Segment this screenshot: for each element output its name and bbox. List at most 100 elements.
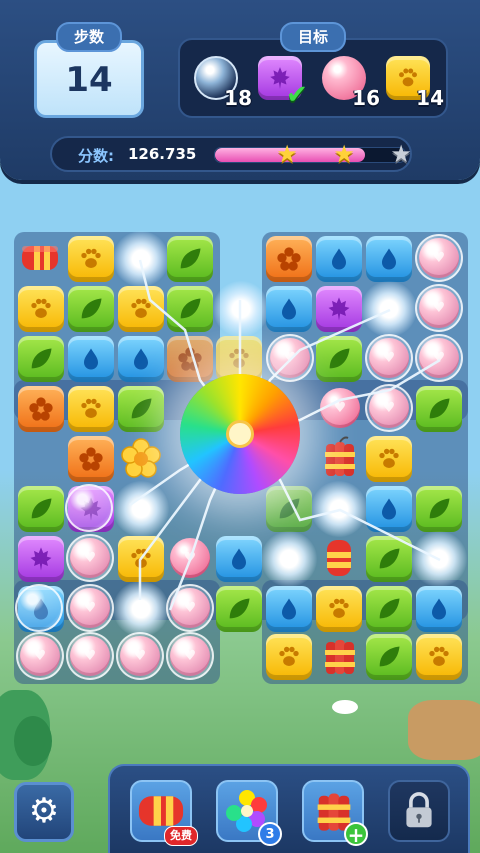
bubble-goal: 18 [192, 54, 252, 110]
bubble-blocker[interactable] [415, 334, 463, 382]
tile-green[interactable] [68, 286, 114, 332]
tile-blue[interactable] [266, 586, 312, 632]
bubble-blocker[interactable] [15, 584, 63, 632]
pink-ball-goal: 16 [320, 54, 380, 110]
yellow-paw-goal-count: 14 [416, 86, 444, 110]
lightning-spark [113, 231, 169, 287]
score-value: 126.735 [128, 145, 197, 163]
flower-powerup[interactable] [118, 436, 164, 482]
add-booster-badge: + [344, 822, 368, 846]
bubble-blocker[interactable] [16, 632, 64, 680]
star-icon: ★ [390, 140, 412, 168]
tile-blue[interactable] [266, 286, 312, 332]
lightning-spark [311, 481, 367, 537]
rainbow-booster[interactable]: 3 [216, 780, 282, 846]
rocket-powerup[interactable] [18, 238, 62, 278]
gear-icon: ⚙ [28, 791, 60, 831]
check-icon: ✔ [286, 80, 308, 110]
bubble-blocker[interactable] [66, 534, 114, 582]
tile-yellow[interactable] [266, 634, 312, 680]
locked-booster[interactable] [388, 780, 450, 842]
padlock-icon [406, 792, 432, 828]
dynamite-booster[interactable]: + [302, 780, 368, 846]
lightning-spark [411, 531, 467, 587]
tile-blue[interactable] [216, 536, 262, 582]
tile-green[interactable] [416, 386, 462, 432]
pink-ball[interactable] [170, 538, 210, 578]
bubble-blocker[interactable] [166, 632, 214, 680]
moves-panel: 14 步数 [30, 22, 148, 122]
pink-ball[interactable] [320, 388, 360, 428]
tile-purple[interactable] [18, 536, 64, 582]
lightning-spark [261, 531, 317, 587]
tile-green[interactable] [366, 586, 412, 632]
bubble-blocker[interactable] [365, 334, 413, 382]
score-bar: 分数: 126.735 ★ ★ ★ [50, 136, 412, 172]
bubble-blocker[interactable] [66, 632, 114, 680]
stump-decoration [408, 700, 480, 760]
tile-blue[interactable] [366, 236, 412, 282]
bubble-blocker[interactable] [66, 584, 114, 632]
score-progress-track: ★ ★ ★ [214, 141, 412, 167]
rainbow-ball-powerup[interactable] [180, 374, 300, 494]
tile-purple[interactable] [316, 286, 362, 332]
settings-button[interactable]: ⚙ [14, 782, 74, 842]
bubble-blocker[interactable] [166, 584, 214, 632]
bubble-blocker[interactable] [266, 334, 314, 382]
tile-green[interactable] [118, 386, 164, 432]
tile-blue[interactable] [366, 486, 412, 532]
lightning-spark [113, 581, 169, 637]
tile-green[interactable] [18, 486, 64, 532]
lightning-spark [213, 281, 269, 337]
bubble-blocker[interactable] [415, 284, 463, 332]
tile-yellow[interactable] [118, 536, 164, 582]
top-hud: 14 步数 目标 18 ✔ 16 14 分数: 126.735 ★ ★ ★ [0, 0, 480, 180]
tile-green[interactable] [366, 536, 412, 582]
tile-green[interactable] [416, 486, 462, 532]
rainbow-count-badge: 3 [258, 822, 282, 846]
rainbow-ball-center [226, 420, 254, 448]
dynamite-powerup[interactable] [320, 436, 360, 480]
goal-label: 目标 [279, 22, 347, 52]
tile-yellow[interactable] [416, 634, 462, 680]
tile-blue[interactable] [118, 336, 164, 382]
tile-yellow[interactable] [316, 586, 362, 632]
bubble-goal-count: 18 [224, 86, 252, 110]
moves-label: 步数 [55, 22, 123, 52]
tile-green[interactable] [366, 634, 412, 680]
rocket-powerup[interactable] [319, 536, 359, 580]
tile-green[interactable] [167, 286, 213, 332]
tile-blue[interactable] [416, 586, 462, 632]
tile-yellow[interactable] [366, 436, 412, 482]
tile-green[interactable] [316, 336, 362, 382]
bubble-blocker[interactable] [116, 632, 164, 680]
tile-orange[interactable] [167, 336, 213, 382]
lightning-spark [113, 481, 169, 537]
tile-yellow[interactable] [118, 286, 164, 332]
score-label: 分数: [78, 147, 114, 165]
rock-decoration [332, 700, 358, 714]
tile-blue[interactable] [316, 236, 362, 282]
tile-orange[interactable] [68, 436, 114, 482]
tile-yellow[interactable] [68, 386, 114, 432]
star-icon: ★ [333, 140, 355, 168]
tile-yellow[interactable] [68, 236, 114, 282]
bubble-blocker[interactable] [415, 234, 463, 282]
free-badge: 免费 [164, 826, 198, 846]
tile-orange[interactable] [266, 236, 312, 282]
yellow-paw-tile-goal: 14 [384, 54, 444, 110]
tile-green[interactable] [167, 236, 213, 282]
tile-green[interactable] [18, 336, 64, 382]
tile-orange[interactable] [18, 386, 64, 432]
rocket-booster[interactable]: 免费 [130, 780, 198, 846]
bubble-blocker[interactable] [65, 484, 113, 532]
star-icon: ★ [276, 140, 298, 168]
tile-green[interactable] [266, 486, 312, 532]
egg-decoration [14, 716, 52, 766]
tile-green[interactable] [216, 586, 262, 632]
goal-panel: 目标 18 ✔ 16 14 [178, 22, 448, 118]
bubble-blocker[interactable] [365, 384, 413, 432]
tile-yellow[interactable] [18, 286, 64, 332]
dynamite-powerup[interactable] [320, 634, 360, 678]
tile-blue[interactable] [68, 336, 114, 382]
